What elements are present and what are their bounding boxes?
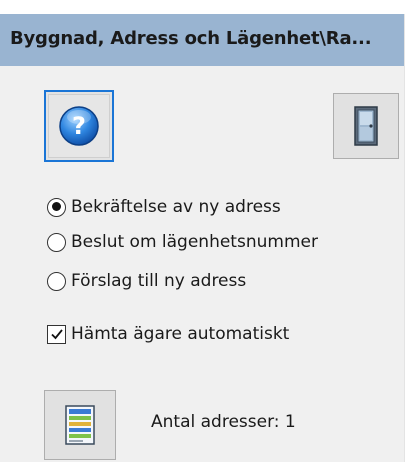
option-beslut[interactable]: Beslut om lägenhetsnummer bbox=[47, 229, 318, 255]
door-exit-icon bbox=[354, 106, 378, 146]
help-button[interactable]: ? bbox=[44, 90, 114, 162]
option-label: Bekräftelse av ny adress bbox=[71, 197, 281, 217]
option-label: Förslag till ny adress bbox=[71, 271, 247, 291]
svg-text:?: ? bbox=[72, 112, 86, 140]
exit-button[interactable] bbox=[333, 93, 399, 159]
panel-title: Byggnad, Adress och Lägenhet\Ra... bbox=[10, 28, 372, 49]
auto-owner-row[interactable]: Hämta ägare automatiskt bbox=[47, 321, 289, 347]
address-list-button[interactable] bbox=[44, 390, 116, 460]
auto-owner-checkbox[interactable] bbox=[47, 324, 66, 344]
radio-beslut[interactable] bbox=[47, 232, 66, 252]
option-label: Beslut om lägenhetsnummer bbox=[71, 232, 318, 252]
address-count-label: Antal adresser: 1 bbox=[151, 412, 296, 432]
option-bekraftelse[interactable]: Bekräftelse av ny adress bbox=[47, 194, 281, 220]
radio-forslag[interactable] bbox=[47, 271, 66, 291]
checkmark-icon bbox=[50, 329, 63, 340]
radio-bekraftelse[interactable] bbox=[47, 197, 66, 217]
report-panel: Byggnad, Adress och Lägenhet\Ra... ? Bek… bbox=[0, 14, 405, 462]
option-forslag[interactable]: Förslag till ny adress bbox=[47, 268, 246, 294]
auto-owner-label: Hämta ägare automatiskt bbox=[71, 324, 290, 344]
address-list-icon bbox=[65, 405, 95, 445]
panel-title-bar: Byggnad, Adress och Lägenhet\Ra... bbox=[0, 14, 404, 66]
help-question-icon: ? bbox=[59, 106, 99, 146]
